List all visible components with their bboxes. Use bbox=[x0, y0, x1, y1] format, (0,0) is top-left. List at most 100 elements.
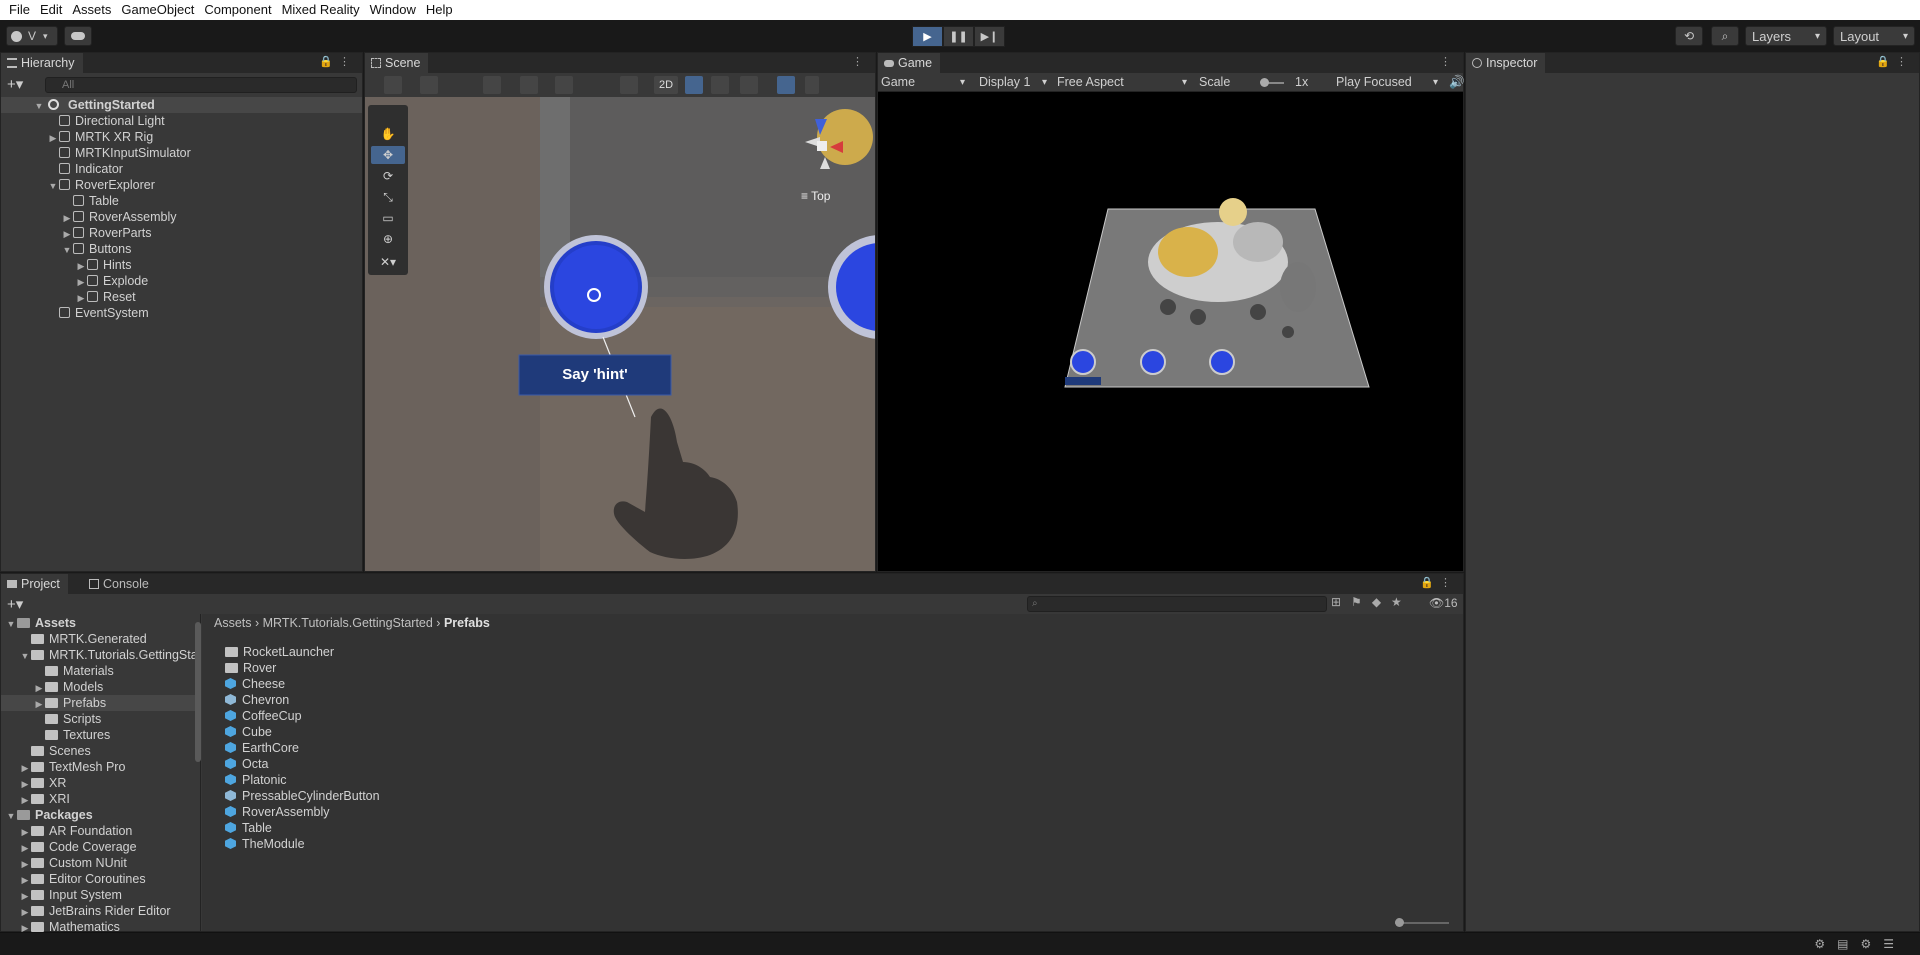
grid-snap-button[interactable] bbox=[483, 76, 501, 94]
asset-item[interactable]: Rover bbox=[225, 660, 276, 676]
expand-arrow-icon[interactable]: ▶ bbox=[19, 856, 31, 871]
asset-item[interactable]: Chevron bbox=[225, 692, 289, 708]
asset-item[interactable]: EarthCore bbox=[225, 740, 299, 756]
transform-tool-button[interactable]: ⊕ bbox=[371, 230, 405, 248]
scale-slider-thumb[interactable] bbox=[1260, 78, 1269, 87]
breadcrumb-item[interactable]: Prefabs bbox=[444, 616, 490, 630]
icon-size-thumb[interactable] bbox=[1395, 918, 1404, 927]
expand-arrow-icon[interactable]: ▶ bbox=[33, 696, 45, 711]
expand-arrow-icon[interactable]: ▶ bbox=[19, 792, 31, 807]
hierarchy-item[interactable]: Indicator bbox=[1, 161, 362, 177]
hierarchy-add-button[interactable]: +▾ bbox=[7, 75, 23, 93]
layers-dropdown[interactable]: Layers bbox=[1745, 26, 1827, 46]
expand-arrow-icon[interactable]: ▶ bbox=[47, 130, 59, 146]
hierarchy-item[interactable]: MRTKInputSimulator bbox=[1, 145, 362, 161]
expand-arrow-icon[interactable]: ▶ bbox=[19, 824, 31, 839]
scale-tool-button[interactable]: ⤡ bbox=[371, 188, 405, 206]
expand-arrow-icon[interactable]: ▶ bbox=[61, 226, 73, 242]
breadcrumb-item[interactable]: MRTK.Tutorials.GettingStarted bbox=[263, 616, 433, 630]
expand-arrow-icon[interactable]: ▼ bbox=[5, 616, 17, 631]
project-add-button[interactable]: +▾ bbox=[7, 595, 23, 613]
asset-item[interactable]: Platonic bbox=[225, 772, 286, 788]
scene-viewport[interactable]: ✋ ✥ ⟳ ⤡ ▭ ⊕ ✕▾ ≡ Top Say 'hint' bbox=[365, 97, 875, 571]
folder-tree-item[interactable]: ▶ Models bbox=[1, 679, 200, 695]
tab-hierarchy[interactable]: Hierarchy bbox=[1, 53, 83, 73]
expand-arrow-icon[interactable]: ▶ bbox=[75, 258, 87, 274]
folder-tree-item[interactable]: ▼ Packages bbox=[1, 807, 200, 823]
asset-item[interactable]: Cube bbox=[225, 724, 272, 740]
menu-item-component[interactable]: Component bbox=[199, 0, 276, 20]
folder-tree-item[interactable]: ▶ Custom NUnit bbox=[1, 855, 200, 871]
snap-increment-button[interactable] bbox=[555, 76, 573, 94]
search-button[interactable]: ⌕ bbox=[1711, 26, 1739, 46]
display-dropdown[interactable]: Display 1 bbox=[976, 73, 1050, 92]
rect-tool-button[interactable]: ▭ bbox=[371, 209, 405, 227]
expand-arrow-icon[interactable]: ▼ bbox=[47, 178, 59, 194]
audio-icon[interactable]: 🔊 bbox=[1446, 73, 1465, 92]
folder-tree-item[interactable]: ▶ Editor Coroutines bbox=[1, 871, 200, 887]
game-view-dropdown[interactable]: Game bbox=[878, 73, 968, 92]
folder-tree-item[interactable]: Materials bbox=[1, 663, 200, 679]
hierarchy-item[interactable]: ▶ Explode bbox=[1, 273, 362, 289]
menu-item-help[interactable]: Help bbox=[421, 0, 458, 20]
expand-arrow-icon[interactable]: ▶ bbox=[19, 888, 31, 903]
asset-item[interactable]: TheModule bbox=[225, 836, 305, 852]
folder-tree-item[interactable]: ▶ JetBrains Rider Editor bbox=[1, 903, 200, 919]
game-panel-menu-icon[interactable]: ⋮ bbox=[1440, 55, 1457, 68]
asset-item[interactable]: RoverAssembly bbox=[225, 804, 330, 820]
camera-settings-button[interactable] bbox=[805, 76, 819, 94]
toggle-2d-button[interactable]: 2D bbox=[654, 76, 678, 94]
account-dropdown[interactable]: V ▾ bbox=[6, 26, 58, 46]
play-button[interactable]: ▶ bbox=[912, 26, 943, 47]
hierarchy-item[interactable]: ▶ Reset bbox=[1, 289, 362, 305]
asset-item[interactable]: Cheese bbox=[225, 676, 285, 692]
expand-arrow-icon[interactable]: ▶ bbox=[75, 274, 87, 290]
folder-tree-item[interactable]: Scripts bbox=[1, 711, 200, 727]
hierarchy-item[interactable]: EventSystem bbox=[1, 305, 362, 321]
menu-item-mixed-reality[interactable]: Mixed Reality bbox=[277, 0, 365, 20]
expand-arrow-icon[interactable]: ▶ bbox=[19, 904, 31, 919]
history-button[interactable]: ⟲ bbox=[1675, 26, 1703, 46]
draw-mode-button[interactable] bbox=[384, 76, 402, 94]
tab-game[interactable]: Game bbox=[878, 53, 941, 73]
expand-arrow-icon[interactable]: ▼ bbox=[61, 242, 73, 258]
expand-arrow-icon[interactable]: ▶ bbox=[33, 680, 45, 695]
folder-tree-item[interactable]: Scenes bbox=[1, 743, 200, 759]
folder-tree-item[interactable]: ▼ MRTK.Tutorials.GettingSta bbox=[1, 647, 200, 663]
grid-toggle-button[interactable] bbox=[520, 76, 538, 94]
expand-arrow-icon[interactable]: ▼ bbox=[19, 648, 31, 663]
effects-toggle-button[interactable] bbox=[740, 76, 758, 94]
folder-tree-item[interactable]: ▼ Assets bbox=[1, 615, 200, 631]
shading-mode-button[interactable] bbox=[420, 76, 438, 94]
asset-item[interactable]: RocketLauncher bbox=[225, 644, 334, 660]
hand-tool-button[interactable]: ✋ bbox=[371, 125, 405, 143]
folder-tree-item[interactable]: Textures bbox=[1, 727, 200, 743]
expand-arrow-icon[interactable]: ▼ bbox=[5, 808, 17, 823]
folder-tree-item[interactable]: ▶ Code Coverage bbox=[1, 839, 200, 855]
expand-arrow-icon[interactable]: ▶ bbox=[19, 840, 31, 855]
tab-inspector[interactable]: Inspector bbox=[1466, 53, 1546, 73]
cloud-button[interactable] bbox=[64, 26, 92, 46]
hierarchy-item[interactable]: ▶ RoverParts bbox=[1, 225, 362, 241]
layout-dropdown[interactable]: Layout bbox=[1833, 26, 1915, 46]
lighting-toggle-button[interactable] bbox=[685, 76, 703, 94]
menu-item-edit[interactable]: Edit bbox=[35, 0, 67, 20]
expand-arrow-icon[interactable]: ▶ bbox=[61, 210, 73, 226]
expand-arrow-icon[interactable]: ▶ bbox=[19, 872, 31, 887]
hierarchy-item[interactable]: ▶ Hints bbox=[1, 257, 362, 273]
folder-tree-item[interactable]: ▶ TextMesh Pro bbox=[1, 759, 200, 775]
project-filter-icons[interactable]: ⊞⚑◆★ bbox=[1331, 595, 1412, 609]
project-menu-icon[interactable]: 🔒⋮ bbox=[1420, 576, 1457, 589]
scene-panel-menu-icon[interactable]: ⋮ bbox=[852, 55, 869, 68]
asset-item[interactable]: PressableCylinderButton bbox=[225, 788, 380, 804]
breadcrumb-item[interactable]: Assets bbox=[214, 616, 252, 630]
hidden-packages-count[interactable]: 👁16 bbox=[1429, 596, 1458, 610]
hierarchy-item[interactable]: ▼ RoverExplorer bbox=[1, 177, 362, 193]
menu-item-window[interactable]: Window bbox=[365, 0, 421, 20]
aspect-dropdown[interactable]: Free Aspect bbox=[1054, 73, 1190, 92]
hierarchy-search-input[interactable]: All bbox=[45, 77, 357, 93]
icon-size-slider[interactable] bbox=[1395, 918, 1449, 927]
menu-item-gameobject[interactable]: GameObject bbox=[116, 0, 199, 20]
folder-tree-item[interactable]: ▶ AR Foundation bbox=[1, 823, 200, 839]
hierarchy-item[interactable]: ▼ Buttons bbox=[1, 241, 362, 257]
